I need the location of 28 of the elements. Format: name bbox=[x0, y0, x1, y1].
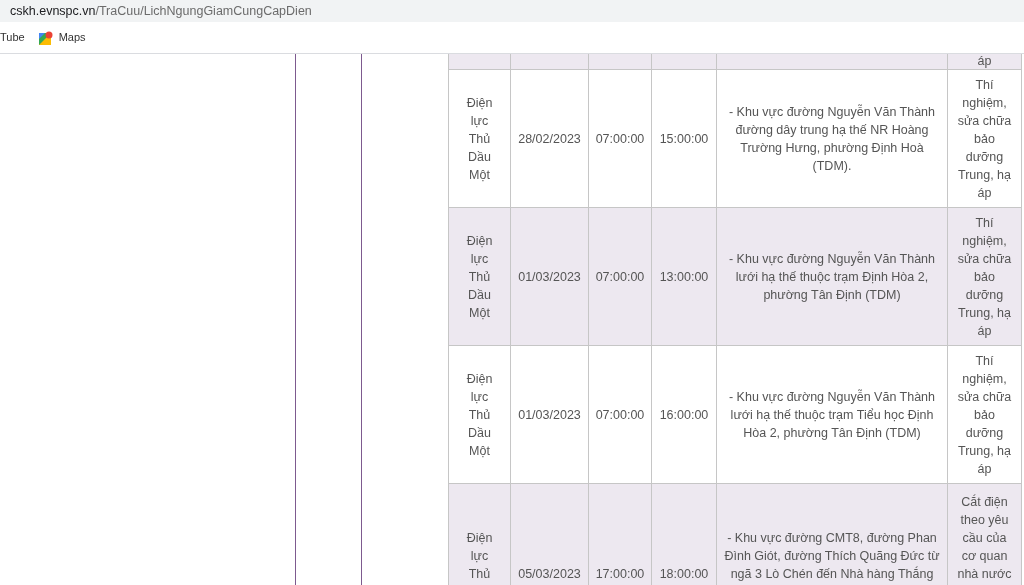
table-cell-text: 15:00:00 bbox=[659, 130, 709, 148]
bookmark[interactable]: Tube bbox=[0, 29, 25, 46]
table-cell-text: Thí nghiệm, sửa chữa bảo dưỡng Trung, hạ áp bbox=[956, 214, 1013, 340]
table-cell-text: - Khu vực đường Nguyễn Văn Thành lưới hạ thế thuộc trạm Định Hòa 2, phường Tân Định (TDM) bbox=[727, 250, 937, 304]
table-cell-text: 13:00:00 bbox=[659, 268, 709, 286]
table-cell: áp bbox=[977, 54, 992, 69]
table-cell-text: Thí nghiệm, sửa chữa bảo dưỡng Trung, hạ áp bbox=[956, 76, 1013, 202]
table-cell-text: Cắt điện theo yêu cầu của cơ quan nhà nước bbox=[956, 493, 1013, 583]
table-cell-text: Điện lực Thủ bbox=[465, 530, 494, 583]
table-cell-text: Điện lực Thủ Dầu Một bbox=[465, 370, 494, 460]
table-cell-text: - Khu vực đường Nguyễn Văn Thành đường dây trung hạ thế NR Hoàng Trường Hưng, phường Định Hoà (TDM). bbox=[727, 103, 937, 175]
table-cell-text: 01/03/2023 bbox=[518, 268, 581, 286]
table-cell-text: 16:00:00 bbox=[659, 406, 709, 424]
table-cell-text: 07:00:00 bbox=[595, 130, 645, 148]
table-cell-text: - Khu vực đường CMT8, đường Phan Đình Giót, đường Thích Quãng Đức từ ngã 3 Lò Chén đến Nhà hàng Thắng bbox=[723, 530, 941, 583]
table-cell-text: 05/03/2023 bbox=[518, 566, 581, 583]
table-cell-text: - Khu vực đường Nguyễn Văn Thành lưới hạ thế thuộc trạm Tiểu học Định Hòa 2, phường Tân Định (TDM) bbox=[727, 388, 937, 442]
table-cell-text: 07:00:00 bbox=[595, 268, 645, 286]
table-cell-text: 07:00:00 bbox=[595, 406, 645, 424]
table-cell-text: 18:00:00 bbox=[659, 566, 709, 583]
map-pin-icon bbox=[38, 30, 53, 45]
table-cell-text: 01/03/2023 bbox=[518, 406, 581, 424]
table-cell-text: 28/02/2023 bbox=[518, 130, 581, 148]
table-cell-text: Thí nghiệm, sửa chữa bảo dưỡng Trung, hạ áp bbox=[956, 352, 1013, 478]
table-cell-text: 17:00:00 bbox=[595, 566, 645, 583]
bookmark[interactable]: Maps bbox=[38, 29, 86, 46]
table-cell-text: Điện lực Thủ Dầu Một bbox=[465, 94, 494, 184]
table-cell-text: Điện lực Thủ Dầu Một bbox=[465, 232, 494, 322]
